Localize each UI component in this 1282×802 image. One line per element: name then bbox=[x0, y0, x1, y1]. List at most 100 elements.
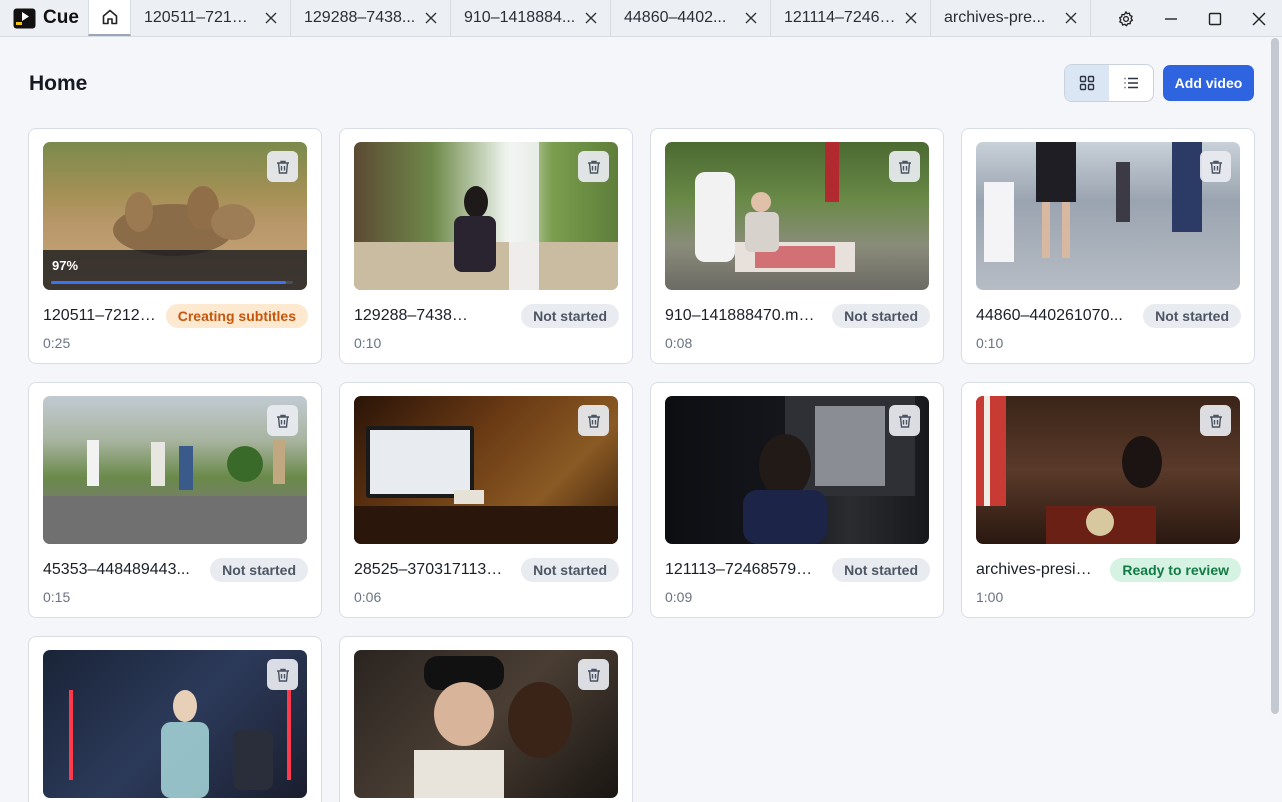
close-icon bbox=[1252, 12, 1266, 25]
progress-bar bbox=[51, 281, 293, 284]
tab-label: 121114–72468... bbox=[784, 9, 896, 26]
video-filename: archives-presid... bbox=[976, 561, 1094, 578]
view-toggle bbox=[1064, 64, 1154, 102]
progress-fill bbox=[51, 281, 286, 284]
video-duration: 0:09 bbox=[665, 589, 693, 605]
settings-button[interactable] bbox=[1104, 0, 1148, 37]
app-brand: Cue bbox=[0, 0, 88, 36]
minimize-icon bbox=[1165, 17, 1177, 20]
close-tab-button[interactable] bbox=[422, 9, 440, 27]
trash-icon bbox=[276, 160, 289, 174]
video-thumbnail[interactable]: 97% bbox=[43, 142, 307, 290]
maximize-icon bbox=[1208, 12, 1222, 25]
video-filename: 44860–440261070... bbox=[976, 307, 1123, 324]
delete-button[interactable] bbox=[267, 405, 298, 436]
video-card[interactable]: 44860–440261070... Not started 0:10 bbox=[961, 128, 1255, 364]
video-card[interactable]: 129288–743827388... Not started 0:10 bbox=[339, 128, 633, 364]
progress-percent: 97% bbox=[52, 258, 79, 273]
video-thumbnail[interactable] bbox=[976, 396, 1240, 544]
list-view-button[interactable] bbox=[1109, 65, 1153, 101]
video-card[interactable]: 910–141888470.mp4 Not started 0:08 bbox=[650, 128, 944, 364]
tab-video-4[interactable]: 44860–4402... bbox=[611, 0, 771, 36]
scrollbar[interactable] bbox=[1271, 38, 1279, 714]
grid-icon bbox=[1079, 75, 1095, 91]
status-badge: Not started bbox=[1143, 304, 1241, 328]
tab-video-1[interactable]: 120511–72128... bbox=[131, 0, 291, 36]
progress-overlay: 97% bbox=[43, 250, 307, 290]
close-tab-button[interactable] bbox=[742, 9, 760, 27]
close-tab-button[interactable] bbox=[262, 9, 280, 27]
video-card[interactable]: 28525–370317113.... Not started 0:06 bbox=[339, 382, 633, 618]
close-window-button[interactable] bbox=[1237, 0, 1281, 37]
video-card[interactable]: 121113–724685797.... Not started 0:09 bbox=[650, 382, 944, 618]
delete-button[interactable] bbox=[267, 151, 298, 182]
delete-button[interactable] bbox=[578, 659, 609, 690]
video-duration: 0:15 bbox=[43, 589, 71, 605]
tab-video-6[interactable]: archives-pre... bbox=[931, 0, 1091, 36]
video-duration: 0:08 bbox=[665, 335, 693, 351]
video-card[interactable] bbox=[339, 636, 633, 802]
video-filename: 120511–72128... bbox=[43, 307, 161, 324]
video-thumbnail[interactable] bbox=[43, 650, 307, 798]
add-video-button[interactable]: Add video bbox=[1163, 65, 1254, 101]
video-duration: 0:10 bbox=[976, 335, 1004, 351]
close-icon bbox=[425, 12, 437, 24]
tab-label: 910–1418884... bbox=[464, 9, 576, 26]
video-thumbnail[interactable] bbox=[976, 142, 1240, 290]
tab-video-5[interactable]: 121114–72468... bbox=[771, 0, 931, 36]
close-icon bbox=[745, 12, 757, 24]
status-badge: Not started bbox=[210, 558, 308, 582]
tab-home[interactable] bbox=[88, 0, 131, 36]
gear-icon bbox=[1118, 10, 1134, 26]
trash-icon bbox=[587, 668, 600, 682]
trash-icon bbox=[898, 414, 911, 428]
trash-icon bbox=[587, 160, 600, 174]
maximize-button[interactable] bbox=[1193, 0, 1237, 37]
video-thumbnail[interactable] bbox=[354, 396, 618, 544]
tab-label: 120511–72128... bbox=[144, 9, 256, 26]
status-badge: Not started bbox=[832, 558, 930, 582]
minimize-button[interactable] bbox=[1149, 0, 1193, 37]
delete-button[interactable] bbox=[267, 659, 298, 690]
tab-label: 44860–4402... bbox=[624, 9, 727, 26]
video-card[interactable]: 97% 120511–72128... Creating subtitles 0… bbox=[28, 128, 322, 364]
close-tab-button[interactable] bbox=[902, 9, 920, 27]
video-card[interactable]: archives-presid... Ready to review 1:00 bbox=[961, 382, 1255, 618]
video-filename: 121113–724685797.... bbox=[665, 561, 815, 578]
home-icon bbox=[102, 9, 117, 25]
video-thumbnail[interactable] bbox=[354, 142, 618, 290]
delete-button[interactable] bbox=[889, 151, 920, 182]
video-duration: 0:10 bbox=[354, 335, 382, 351]
close-icon bbox=[905, 12, 917, 24]
grid-view-button[interactable] bbox=[1065, 65, 1109, 101]
close-icon bbox=[265, 12, 277, 24]
status-badge: Not started bbox=[832, 304, 930, 328]
close-tab-button[interactable] bbox=[1062, 9, 1080, 27]
video-thumbnail[interactable] bbox=[354, 650, 618, 798]
status-badge: Not started bbox=[521, 304, 619, 328]
video-card[interactable]: 45353–448489443... Not started 0:15 bbox=[28, 382, 322, 618]
delete-button[interactable] bbox=[1200, 151, 1231, 182]
page-title: Home bbox=[29, 72, 88, 95]
trash-icon bbox=[1209, 414, 1222, 428]
delete-button[interactable] bbox=[889, 405, 920, 436]
tab-video-2[interactable]: 129288–7438... bbox=[291, 0, 451, 36]
close-tab-button[interactable] bbox=[582, 9, 600, 27]
video-duration: 0:25 bbox=[43, 335, 71, 351]
video-duration: 0:06 bbox=[354, 589, 382, 605]
video-thumbnail[interactable] bbox=[43, 396, 307, 544]
tab-video-3[interactable]: 910–1418884... bbox=[451, 0, 611, 36]
tab-label: archives-pre... bbox=[944, 9, 1046, 26]
app-logo-icon bbox=[13, 8, 36, 28]
list-icon bbox=[1124, 77, 1138, 89]
delete-button[interactable] bbox=[578, 405, 609, 436]
video-thumbnail[interactable] bbox=[665, 396, 929, 544]
video-thumbnail[interactable] bbox=[665, 142, 929, 290]
delete-button[interactable] bbox=[578, 151, 609, 182]
delete-button[interactable] bbox=[1200, 405, 1231, 436]
trash-icon bbox=[898, 160, 911, 174]
tab-label: 129288–7438... bbox=[304, 9, 416, 26]
status-badge: Ready to review bbox=[1110, 558, 1241, 582]
video-card[interactable] bbox=[28, 636, 322, 802]
trash-icon bbox=[1209, 160, 1222, 174]
